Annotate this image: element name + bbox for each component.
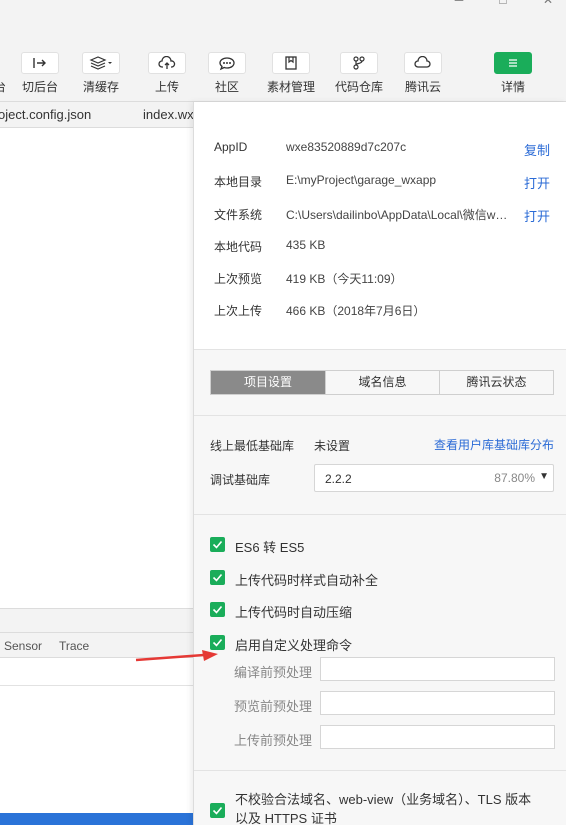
checkbox-checked-icon[interactable] <box>210 537 225 552</box>
open-local-dir-link[interactable]: 打开 <box>524 173 550 192</box>
info-value: E:\myProject\garage_wxapp <box>286 173 437 187</box>
tab-sensor[interactable]: Sensor <box>4 639 42 653</box>
debug-lib-select[interactable]: 2.2.2 87.80% ▼ <box>314 464 554 492</box>
skip-domain-validation-label: 不校验合法域名、web-view（业务域名）、TLS 版本以及 HTTPS 证书 <box>235 792 532 825</box>
community-label: 社区 <box>214 80 239 94</box>
window-titlebar: ─ □ ✕ <box>0 0 566 12</box>
info-value: C:\Users\dailinbo\AppData\Local\微信w… <box>286 208 508 222</box>
asset-manager-button[interactable]: 素材管理 <box>267 52 315 95</box>
lib-distribution-link[interactable]: 查看用户库基础库分布 <box>434 436 554 453</box>
debug-lib-percent: 87.80% <box>494 471 535 485</box>
cmd-label: 预览前预处理 <box>234 699 313 714</box>
details-label: 详情 <box>500 80 525 94</box>
tencent-cloud-label: 腾讯云 <box>404 80 441 94</box>
info-label: 文件系统 <box>214 208 263 222</box>
tencent-cloud-button[interactable]: 腾讯云 <box>404 52 442 95</box>
menu-icon <box>494 52 532 74</box>
close-icon[interactable]: ✕ <box>541 0 555 6</box>
code-editor[interactable] <box>0 128 193 608</box>
check-label: 上传代码时自动压缩 <box>235 605 353 620</box>
info-label: 上次上传 <box>214 304 263 318</box>
toolbar: 台 切后台 清缓存 上传 社区 素材管理 代码仓库 腾讯云 详情 <box>0 12 566 102</box>
info-value: 466 KB（2018年7月6日） <box>286 304 426 318</box>
divider <box>194 770 566 771</box>
min-lib-value: 未设置 <box>314 439 351 453</box>
info-label: 上次预览 <box>214 272 263 286</box>
tab-project-settings[interactable]: 项目设置 <box>211 371 325 394</box>
status-bar <box>0 813 193 825</box>
upload-button[interactable]: 上传 <box>148 52 186 95</box>
switch-background-label: 切后台 <box>21 80 58 94</box>
check-label: 启用自定义处理命令 <box>235 638 353 653</box>
info-label: 本地代码 <box>214 240 263 254</box>
check-label: ES6 转 ES5 <box>235 540 305 555</box>
clear-cache-button[interactable]: 清缓存 <box>82 52 120 95</box>
min-lib-label: 线上最低基础库 <box>210 439 295 453</box>
asset-manager-label: 素材管理 <box>267 80 316 94</box>
switch-background-icon <box>21 52 59 74</box>
debug-lib-version: 2.2.2 <box>325 472 352 486</box>
info-value: 419 KB（今天11:09） <box>286 272 403 286</box>
tab-tencent-cloud-status[interactable]: 腾讯云状态 <box>439 371 553 394</box>
divider <box>194 514 566 515</box>
copy-appid-link[interactable]: 复制 <box>524 140 550 159</box>
debug-lib-label: 调试基础库 <box>210 473 271 487</box>
pre-compile-input[interactable] <box>320 657 555 681</box>
cmd-label: 上传前预处理 <box>234 733 313 748</box>
info-value: wxe83520889d7c207c <box>286 140 407 154</box>
toolbar-partial-label: 台 <box>0 80 7 94</box>
maximize-icon[interactable]: □ <box>496 0 510 6</box>
divider <box>194 415 566 416</box>
editor-divider[interactable] <box>0 608 193 632</box>
layers-icon <box>82 52 120 74</box>
chevron-down-icon: ▼ <box>539 471 549 482</box>
open-file-system-link[interactable]: 打开 <box>524 206 550 225</box>
tab-trace[interactable]: Trace <box>59 639 89 653</box>
cloud-icon <box>404 52 442 74</box>
check-label: 上传代码时样式自动补全 <box>235 573 379 588</box>
pre-upload-input[interactable] <box>320 725 555 749</box>
minimize-icon[interactable]: ─ <box>452 0 466 6</box>
code-repo-label: 代码仓库 <box>335 80 384 94</box>
editor-tab-index[interactable]: index.wx <box>143 107 193 122</box>
bookmark-icon <box>272 52 310 74</box>
tab-domain-info[interactable]: 域名信息 <box>325 371 439 394</box>
community-button[interactable]: 社区 <box>208 52 246 95</box>
info-value: 435 KB <box>286 238 326 252</box>
cloud-upload-icon <box>148 52 186 74</box>
switch-background-button[interactable]: 切后台 <box>21 52 59 95</box>
checkbox-checked-icon[interactable] <box>210 803 225 818</box>
editor-tab-bar: oject.config.json index.wx <box>0 102 193 128</box>
pre-preview-input[interactable] <box>320 691 555 715</box>
cmd-label: 编译前预处理 <box>234 665 313 680</box>
details-panel: AppID wxe83520889d7c207c 复制 本地目录 E:\myPr… <box>193 102 566 825</box>
upload-label: 上传 <box>154 80 179 94</box>
checkbox-checked-icon[interactable] <box>210 602 225 617</box>
details-button[interactable]: 详情 <box>494 52 532 95</box>
red-arrow-icon <box>135 650 218 662</box>
info-label: AppID <box>214 140 248 154</box>
clear-cache-label: 清缓存 <box>82 80 119 94</box>
editor-tab-project-config[interactable]: oject.config.json <box>0 107 91 122</box>
settings-tab-group: 项目设置 域名信息 腾讯云状态 <box>210 370 554 395</box>
branch-icon <box>340 52 378 74</box>
info-label: 本地目录 <box>214 175 263 189</box>
code-repo-button[interactable]: 代码仓库 <box>335 52 383 95</box>
project-info-section: AppID wxe83520889d7c207c 复制 本地目录 E:\myPr… <box>194 102 566 350</box>
checkbox-checked-icon[interactable] <box>210 570 225 585</box>
chat-icon <box>208 52 246 74</box>
console-divider <box>0 685 193 686</box>
toolbar-item-partial[interactable]: 台 <box>0 52 6 95</box>
